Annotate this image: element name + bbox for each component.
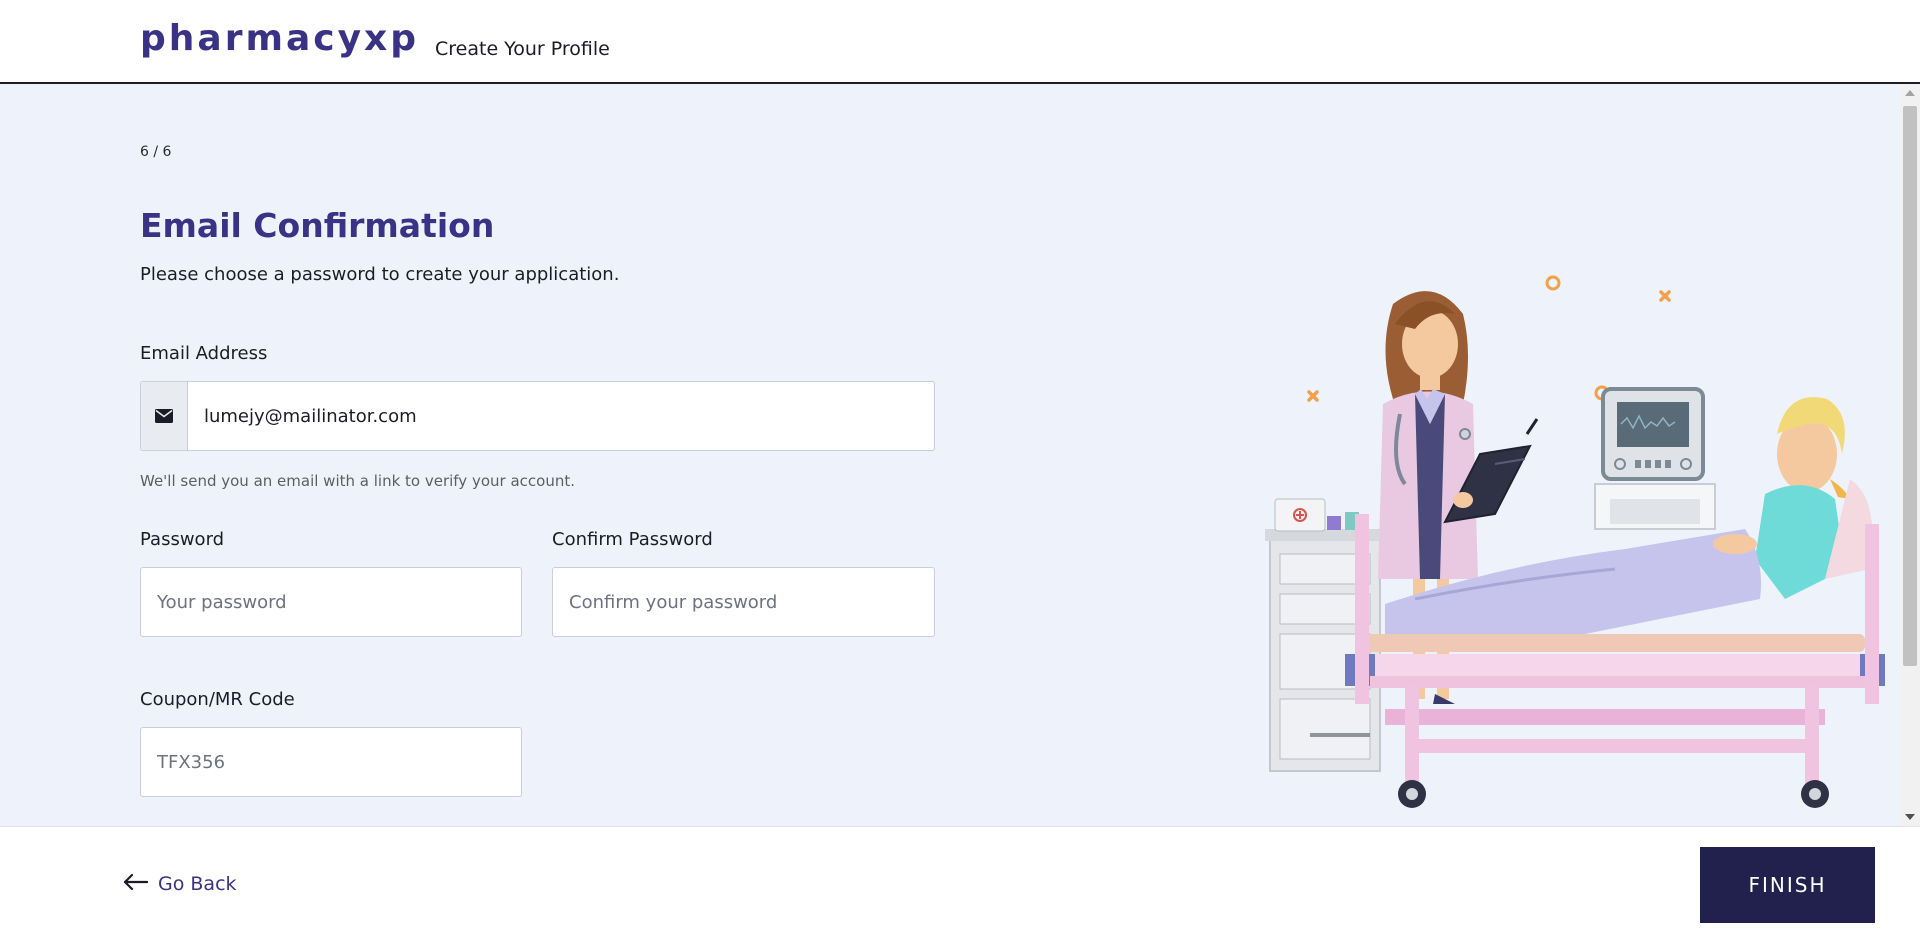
top-header: pharmacyxp Create Your Profile xyxy=(0,0,1920,84)
email-label: Email Address xyxy=(140,343,268,364)
page-title: Email Confirmation xyxy=(140,206,495,245)
password-label: Password xyxy=(140,529,225,550)
envelope-icon xyxy=(141,382,188,450)
email-input[interactable] xyxy=(187,382,934,450)
email-field-group xyxy=(140,381,935,451)
confirm-password-label: Confirm Password xyxy=(552,529,713,550)
finish-button[interactable]: FINISH xyxy=(1700,847,1875,923)
page-subtitle: Please choose a password to create your … xyxy=(140,264,620,285)
coupon-label: Coupon/MR Code xyxy=(140,689,295,710)
footer-bar: Go Back FINISH xyxy=(0,826,1920,942)
coupon-field-group xyxy=(140,727,522,797)
confirm-password-input[interactable] xyxy=(553,568,934,636)
scrollbar-thumb[interactable] xyxy=(1903,106,1917,666)
vertical-scrollbar[interactable] xyxy=(1900,84,1920,826)
go-back-link[interactable]: Go Back xyxy=(122,873,237,895)
go-back-label: Go Back xyxy=(158,873,237,895)
step-indicator: 6 / 6 xyxy=(140,144,172,160)
scroll-down-icon[interactable] xyxy=(1905,814,1915,820)
main-content: 6 / 6 Email Confirmation Please choose a… xyxy=(0,84,1920,826)
password-field-group xyxy=(140,567,522,637)
coupon-input[interactable] xyxy=(141,728,521,796)
arrow-left-icon xyxy=(122,873,149,895)
password-input[interactable] xyxy=(141,568,521,636)
email-hint: We'll send you an email with a link to v… xyxy=(140,472,575,490)
doctor-patient-illustration xyxy=(1265,254,1890,824)
confirm-password-field-group xyxy=(552,567,935,637)
header-title: Create Your Profile xyxy=(435,38,610,60)
logo[interactable]: pharmacyxp xyxy=(140,18,419,59)
scroll-up-icon[interactable] xyxy=(1905,90,1915,96)
